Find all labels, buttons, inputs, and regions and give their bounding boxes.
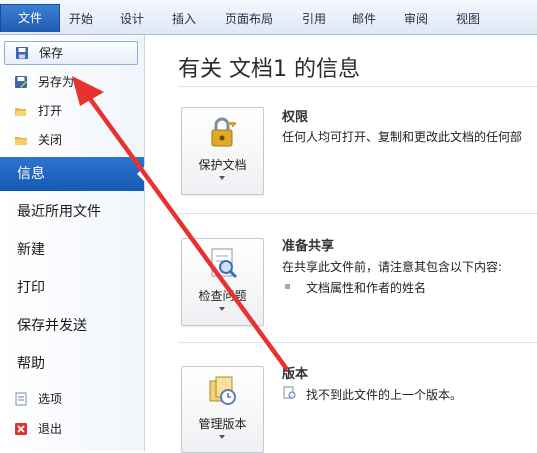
ribbon-tab-bar: 文件 开始 设计 插入 页面布局 引用 邮件 审阅 视图 — [0, 0, 537, 35]
sidebar-item-print[interactable]: 打印 — [0, 271, 144, 305]
button-label: 管理版本 — [198, 417, 247, 431]
sidebar-item-label: 新建 — [17, 242, 45, 258]
sidebar-item-label: 信息 — [17, 166, 45, 182]
sidebar-item-label: 打开 — [38, 104, 63, 118]
sidebar-item-label: 选项 — [38, 392, 63, 406]
section-heading-permissions: 权限 — [282, 110, 309, 125]
lock-key-icon — [211, 117, 236, 147]
chevron-down-icon — [219, 176, 225, 180]
sidebar-item-label: 关闭 — [38, 133, 63, 147]
section-heading-versions: 版本 — [282, 367, 309, 382]
section-description: 任何人均可打开、复制和更改此文档的任何部 — [282, 130, 523, 144]
tab-references[interactable]: 引用 — [302, 10, 326, 27]
versions-icon — [209, 376, 236, 405]
divider — [178, 86, 537, 87]
tab-design[interactable]: 设计 — [120, 10, 144, 27]
sidebar-item-exit[interactable]: 退出 — [4, 418, 136, 440]
chevron-down-icon — [219, 435, 225, 439]
open-folder-icon — [15, 108, 27, 116]
sidebar-item-label: 保存 — [39, 46, 64, 60]
tab-file[interactable]: 文件 — [0, 4, 60, 32]
chevron-down-icon — [219, 307, 225, 311]
sidebar-item-label: 另存为 — [38, 75, 75, 89]
sidebar-item-info[interactable]: 信息 — [0, 157, 145, 191]
button-label: 检查问题 — [198, 289, 247, 303]
button-label: 保护文档 — [198, 158, 247, 172]
sidebar-item-label: 保存并发送 — [17, 318, 87, 334]
sidebar-item-save[interactable]: 保存 — [4, 41, 138, 65]
manage-versions-button[interactable]: 管理版本 — [181, 366, 264, 453]
sidebar-item-options[interactable]: 选项 — [4, 388, 136, 410]
tab-view[interactable]: 视图 — [456, 10, 480, 27]
sidebar-item-help[interactable]: 帮助 — [0, 347, 144, 381]
sidebar-item-label: 最近所用文件 — [17, 204, 101, 220]
inspection-item: 文档属性和作者的姓名 — [306, 281, 427, 295]
tab-page-layout[interactable]: 页面布局 — [225, 10, 273, 27]
sidebar-item-label: 打印 — [17, 280, 45, 296]
section-heading-prepare-sharing: 准备共享 — [282, 239, 335, 254]
sidebar-item-new[interactable]: 新建 — [0, 233, 144, 267]
check-for-issues-button[interactable]: 检查问题 — [181, 238, 264, 326]
sidebar-item-recent[interactable]: 最近所用文件 — [0, 195, 144, 229]
save-icon — [16, 47, 28, 59]
sidebar-item-close[interactable]: 关闭 — [4, 129, 136, 151]
protect-document-button[interactable]: 保护文档 — [181, 107, 264, 195]
version-document-icon — [283, 386, 296, 399]
exit-icon — [15, 423, 27, 435]
close-folder-icon — [15, 137, 27, 145]
sidebar-item-open[interactable]: 打开 — [4, 100, 136, 122]
options-icon — [15, 392, 27, 406]
divider — [178, 213, 537, 214]
bullet-icon — [285, 284, 290, 289]
section-description: 找不到此文件的上一个版本。 — [306, 388, 463, 402]
tab-mailings[interactable]: 邮件 — [352, 10, 376, 27]
tab-review[interactable]: 审阅 — [404, 10, 428, 27]
save-as-icon — [15, 76, 27, 88]
tab-home[interactable]: 开始 — [69, 10, 93, 27]
divider — [178, 342, 537, 343]
sidebar-item-save-as[interactable]: 另存为 — [4, 71, 136, 93]
inspect-document-icon — [211, 248, 238, 279]
tab-insert[interactable]: 插入 — [172, 10, 196, 27]
sidebar-item-label: 帮助 — [17, 356, 45, 372]
sidebar-item-save-send[interactable]: 保存并发送 — [0, 309, 144, 343]
sidebar-item-label: 退出 — [38, 422, 63, 436]
section-description: 在共享此文件前，请注意其包含以下内容: — [282, 260, 503, 274]
page-title: 有关 文档1 的信息 — [178, 57, 360, 82]
